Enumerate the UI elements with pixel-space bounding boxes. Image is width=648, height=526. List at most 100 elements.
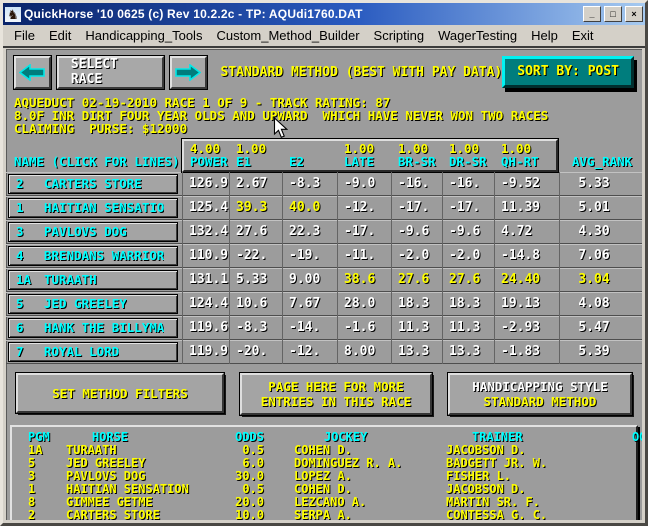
close-button[interactable]: × (625, 6, 643, 22)
horse-name: JED GREELEY (44, 296, 127, 311)
next-race-button[interactable] (170, 56, 207, 89)
rating-cell: -2.93 (495, 316, 560, 340)
page-more-entries-button[interactable]: PAGE HERE FOR MORE ENTRIES IN THIS RACE (240, 373, 432, 415)
rating-cell: -20. (230, 340, 283, 364)
horse-lines-button[interactable]: 7ROYAL LORD (8, 342, 178, 362)
table-row: 7ROYAL LORD119.9-20.-12.8.0013.313.3-1.8… (6, 340, 642, 364)
rating-cell: -12. (338, 196, 392, 220)
app-window: ♞ QuickHorse '10 0625 (c) Rev 10.2.2c - … (0, 0, 648, 526)
rating-cell: 4.72 (495, 220, 560, 244)
menu-item-file[interactable]: File (7, 26, 42, 45)
program-number: 2 (9, 176, 44, 191)
handicapping-style-label: HANDICAPPING STYLE (472, 379, 607, 394)
entry-oof (632, 496, 642, 509)
rating-cell: 7.67 (283, 292, 338, 316)
page-more-label-1: PAGE HERE FOR MORE (268, 379, 403, 394)
horse-name: BRENDANS WARRIOR (44, 248, 164, 263)
rating-cell: 7.06 (560, 244, 642, 268)
standard-method-label: STANDARD METHOD (484, 394, 597, 409)
rating-cell: -11. (338, 244, 392, 268)
program-number: 3 (9, 224, 44, 239)
column-header-late: 1.00LATE (338, 141, 392, 170)
rating-cell: 126.9 (182, 172, 230, 196)
gap (264, 509, 294, 520)
menu-item-scripting[interactable]: Scripting (367, 26, 432, 45)
rating-cell: 24.40 (495, 268, 560, 292)
rating-cell: 124.4 (182, 292, 230, 316)
column-label: POWER (190, 155, 230, 168)
rating-cell: 18.3 (443, 292, 495, 316)
program-number: 6 (9, 320, 44, 335)
previous-race-button[interactable] (14, 56, 51, 89)
toolbar: SELECT RACE STANDARD METHOD (BEST WITH P… (6, 49, 642, 91)
horse-lines-button[interactable]: 5JED GREELEY (8, 294, 178, 314)
horse-lines-button[interactable]: 2CARTERS STORE (8, 174, 178, 194)
handicapping-style-button[interactable]: HANDICAPPING STYLE STANDARD METHOD (448, 373, 632, 415)
menu-item-exit[interactable]: Exit (565, 26, 601, 45)
rating-cell: 40.0 (283, 196, 338, 220)
rating-cell: -17. (443, 196, 495, 220)
rating-cell: 131.1 (182, 268, 230, 292)
set-method-filters-label: SET METHOD FILTERS (52, 386, 187, 401)
horse-lines-button[interactable]: 6HANK THE BILLYMA (8, 318, 178, 338)
menu-item-custom-method-builder[interactable]: Custom_Method_Builder (209, 26, 366, 45)
race-info: AQUEDUCT 02-19-2010 RACE 1 OF 9 - TRACK … (6, 91, 642, 135)
menu-item-help[interactable]: Help (524, 26, 565, 45)
rating-cell: 8.00 (338, 340, 392, 364)
rating-cell: -9.6 (392, 220, 443, 244)
name-column-header: NAME (CLICK FOR LINES) (6, 154, 182, 172)
horse-lines-button[interactable]: 3PAVLOVS DOG (8, 222, 178, 242)
sort-by-post-button[interactable]: SORT BY: POST (502, 56, 634, 88)
table-row: 2CARTERS STORE126.92.67-8.3-9.0-16.-16.-… (6, 172, 642, 196)
horse-lines-button[interactable]: 1ATURAATH (8, 270, 178, 290)
maximize-button[interactable]: □ (604, 6, 622, 22)
rating-cell: -8.3 (230, 316, 283, 340)
rating-cell: -1.83 (495, 340, 560, 364)
entry-oof (632, 483, 642, 496)
rating-cell: -2.0 (443, 244, 495, 268)
ratings-grid-rows: 2CARTERS STORE126.92.67-8.3-9.0-16.-16.-… (6, 172, 642, 364)
column-label: BR-SR (398, 155, 443, 168)
rating-cell: 11.3 (392, 316, 443, 340)
rating-cell: 119.9 (182, 340, 230, 364)
column-label: E1 (236, 155, 283, 168)
rating-cell: -14. (283, 316, 338, 340)
rating-cell: -17. (338, 220, 392, 244)
client-area: SELECT RACE STANDARD METHOD (BEST WITH P… (6, 49, 642, 520)
rating-cell: -14.8 (495, 244, 560, 268)
rating-cell: 22.3 (283, 220, 338, 244)
rating-cell: -8.3 (283, 172, 338, 196)
rating-cell: -16. (392, 172, 443, 196)
horse-name: ROYAL LORD (44, 344, 119, 359)
horse-name: PAVLOVS DOG (44, 224, 127, 239)
horse-lines-button[interactable]: 4BRENDANS WARRIOR (8, 246, 178, 266)
select-race-button[interactable]: SELECT RACE (57, 56, 164, 89)
rating-cell: -1.6 (338, 316, 392, 340)
rating-cell: 9.00 (283, 268, 338, 292)
rating-cell: 11.3 (443, 316, 495, 340)
entry-odds: 10.0 (216, 509, 264, 520)
minimize-button[interactable]: _ (583, 6, 601, 22)
horse-name: CARTERS STORE (44, 176, 142, 191)
horse-lines-button[interactable]: 1HAITIAN SENSATIO (8, 198, 178, 218)
rating-cell: 27.6 (443, 268, 495, 292)
list-item: 2CARTERS STORE10.0SERPA A.CONTESSA G. C. (12, 509, 636, 520)
entry-horse: CARTERS STORE (66, 509, 216, 520)
method-banner: STANDARD METHOD (BEST WITH PAY DATA) (221, 65, 503, 80)
rating-cell: 38.6 (338, 268, 392, 292)
entry-oof (632, 457, 642, 470)
rating-cell: -22. (230, 244, 283, 268)
arrow-right-icon (175, 64, 201, 81)
rating-cell: -9.52 (495, 172, 560, 196)
rating-cell: 27.6 (392, 268, 443, 292)
menu-item-wagertesting[interactable]: WagerTesting (431, 26, 524, 45)
menu-item-edit[interactable]: Edit (42, 26, 78, 45)
column-header-e1: 1.00E1 (230, 141, 283, 170)
table-row: 3PAVLOVS DOG132.427.622.3-17.-9.6-9.64.7… (6, 220, 642, 244)
table-row: 1ATURAATH131.15.339.0038.627.627.624.403… (6, 268, 642, 292)
horse-name: HAITIAN SENSATIO (44, 200, 164, 215)
action-buttons: SET METHOD FILTERS PAGE HERE FOR MORE EN… (16, 373, 632, 415)
title-bar: ♞ QuickHorse '10 0625 (c) Rev 10.2.2c - … (3, 3, 645, 25)
set-method-filters-button[interactable]: SET METHOD FILTERS (16, 373, 224, 413)
menu-item-handicapping-tools[interactable]: Handicapping_Tools (78, 26, 209, 45)
